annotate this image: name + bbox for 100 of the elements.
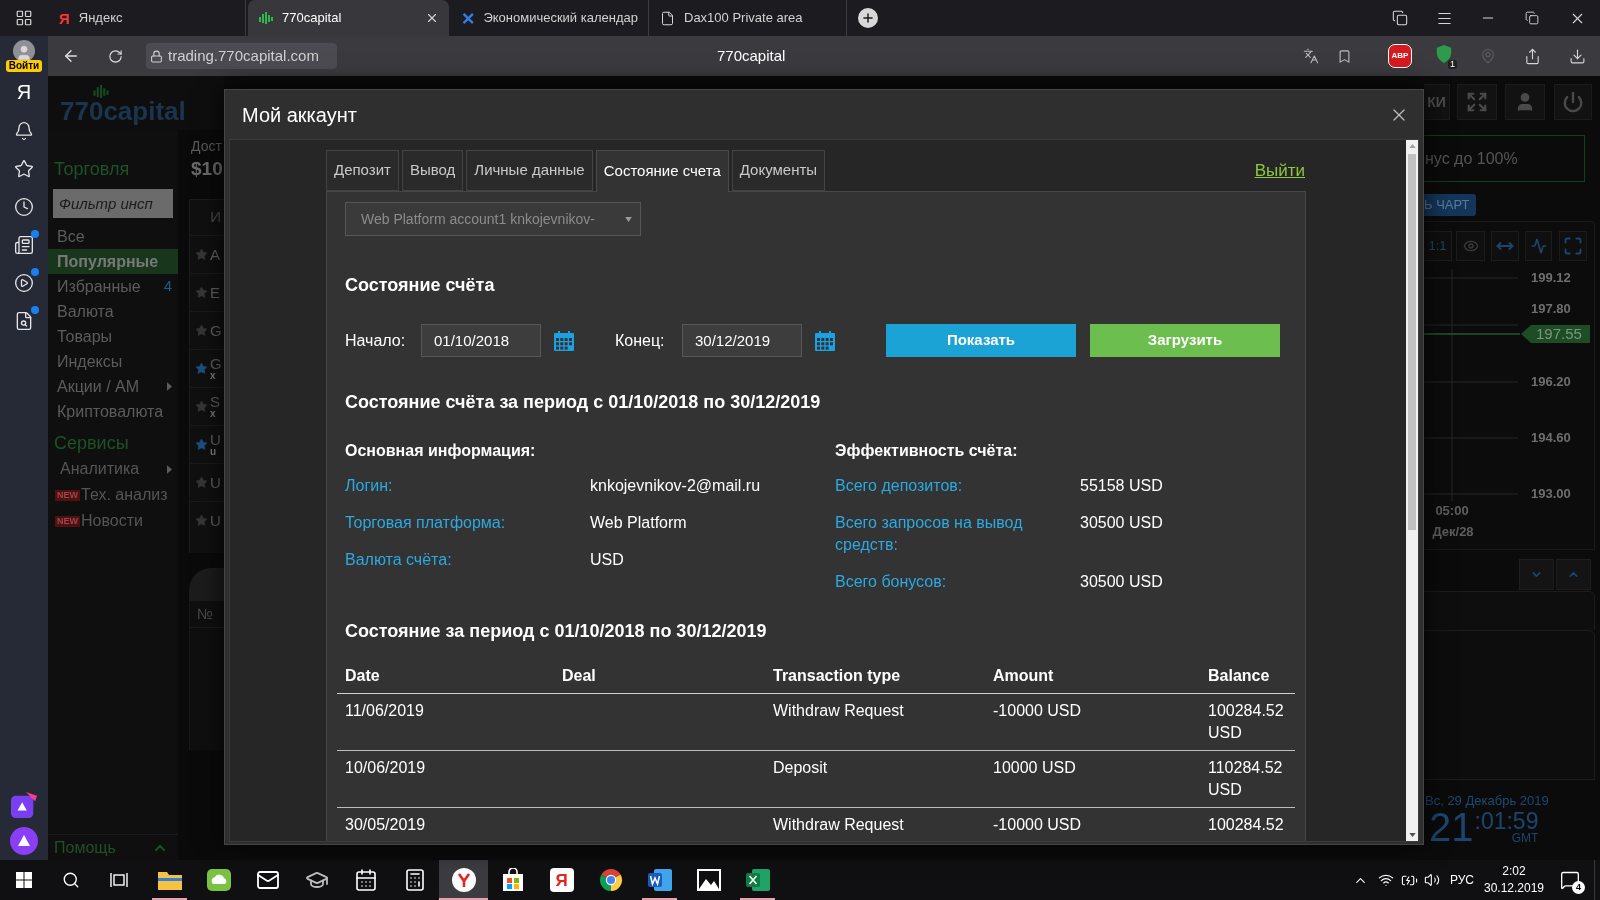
adblock-button[interactable]: ABP (1388, 44, 1412, 68)
dialog-tab[interactable]: Документы (731, 150, 826, 191)
calendar-icon (353, 868, 378, 892)
menu-item[interactable]: Товары (48, 324, 178, 349)
table-cell-text: -10000 USD (992, 701, 1083, 721)
favorite-star-icon[interactable] (195, 248, 208, 261)
info-label: Логин: (345, 476, 394, 496)
taskbar-button[interactable] (439, 860, 488, 900)
close-icon[interactable] (425, 11, 439, 25)
download-icon[interactable] (1568, 47, 1586, 65)
favorite-star-icon[interactable] (195, 324, 208, 337)
clock-timezone: GMT (1511, 832, 1539, 845)
instrument-description: u (210, 447, 218, 457)
reload-icon[interactable] (107, 48, 123, 64)
taskbar-button[interactable]: Я (537, 860, 586, 900)
home-logo-letter[interactable]: Я (16, 82, 32, 102)
menu-item[interactable]: NEW Тех. анализ (48, 482, 178, 508)
cross-logo-icon (462, 10, 475, 26)
back-icon[interactable] (62, 47, 80, 65)
calendar-icon[interactable] (554, 330, 574, 351)
end-date-field[interactable]: 30/12/2019 (682, 324, 802, 357)
menu-item[interactable]: Акции / АМ (48, 374, 178, 399)
section-heading: Состояние счёта (345, 274, 496, 297)
header-button[interactable]: КИ (1424, 84, 1450, 120)
task-view-icon[interactable] (110, 872, 128, 888)
news-icon[interactable] (14, 235, 34, 255)
new-label: NEW (55, 489, 80, 501)
share-icon[interactable] (1523, 47, 1541, 65)
circle-logo-icon (451, 868, 476, 892)
dialog-tab[interactable]: Вывод (401, 150, 464, 191)
menu-item[interactable]: Популярные (48, 249, 178, 274)
bell-icon[interactable] (14, 121, 34, 141)
info-label: Всего депозитов: (835, 476, 964, 496)
scrollbar[interactable] (1406, 140, 1418, 841)
clock-icon[interactable] (14, 197, 34, 217)
clock-button[interactable]: 2:02 30.12.2019 (1482, 863, 1546, 897)
favorite-star-icon[interactable] (195, 438, 208, 451)
menu-item[interactable]: Аналитика (48, 456, 178, 482)
chart-bars-icon (259, 12, 273, 24)
wifi-icon[interactable] (1378, 872, 1394, 888)
shield-extension-button[interactable]: 1 (1433, 44, 1455, 68)
logout-link[interactable]: Выйти (1254, 157, 1305, 184)
table-cell-text: 100284.52 (1207, 815, 1285, 835)
menu-item[interactable]: Избранные 4 (48, 274, 178, 299)
favorite-star-icon[interactable] (195, 362, 208, 375)
menu-item[interactable]: Криптовалюта (48, 399, 178, 424)
apps-grid-icon[interactable] (15, 9, 33, 27)
address-field[interactable]: trading.770capital.com (146, 43, 337, 69)
search-icon[interactable] (62, 871, 80, 889)
scroll-down-icon[interactable] (1408, 833, 1416, 837)
favorite-star-icon[interactable] (195, 514, 208, 527)
dialog-tab[interactable]: Депозит (326, 150, 399, 191)
tray-time: 2:02 (1502, 863, 1526, 880)
favorite-star-icon[interactable] (195, 476, 208, 489)
login-button[interactable]: Войти (5, 60, 43, 72)
scrollbar-thumb[interactable] (1408, 154, 1416, 530)
account-select[interactable]: Web Platform account1 knkojevnikov- (345, 202, 641, 236)
menu-item[interactable]: Валюта (48, 299, 178, 324)
calendar-icon[interactable] (815, 330, 835, 351)
start-icon[interactable] (15, 872, 32, 888)
restore-icon[interactable] (1525, 11, 1539, 25)
assistant-app-icon[interactable] (11, 791, 37, 819)
assistant-icon[interactable] (10, 827, 38, 855)
time-axis-label: 05:00 (1434, 503, 1470, 519)
tricolor-circle-icon (598, 868, 623, 892)
table-cell-text: -10000 USD (992, 815, 1083, 835)
menu-item[interactable]: Индексы (48, 349, 178, 374)
volume-icon[interactable] (1424, 872, 1440, 888)
avatar-icon[interactable] (13, 40, 35, 62)
section-title: Сервисы (53, 432, 130, 454)
download-button[interactable]: Загрузить (1090, 324, 1280, 357)
extension-count: 1 (1448, 60, 1457, 69)
table-cell-text: 100284.52 USD (1207, 701, 1285, 743)
translate-icon[interactable] (1303, 48, 1319, 64)
document-search-icon[interactable] (14, 311, 34, 331)
dialog-tab[interactable]: Состояние счета (595, 150, 729, 192)
new-tab-icon[interactable] (858, 8, 878, 28)
menu-item[interactable]: Все (48, 224, 178, 249)
notifications-button[interactable]: 4 (1559, 869, 1581, 891)
star-icon[interactable] (14, 159, 34, 179)
browser-tab[interactable]: 770capital (248, 0, 449, 36)
menu-item[interactable]: NEW Новости (48, 508, 178, 534)
cloud-app-icon (206, 869, 231, 891)
favorite-star-icon[interactable] (195, 400, 208, 413)
collections-icon[interactable] (1392, 10, 1408, 26)
info-value: USD (590, 550, 625, 570)
favorite-star-icon[interactable] (195, 286, 208, 299)
help-link[interactable]: Помощь (54, 835, 116, 860)
dialog-title: Мой аккаунт (242, 102, 357, 128)
notification-count: 4 (1572, 881, 1585, 894)
info-label: Торговая платформа: (345, 513, 507, 533)
instrument-symbol: U (210, 475, 221, 490)
balance-label: Дост (190, 137, 223, 155)
dialog-tab[interactable]: Личные данные (466, 150, 593, 191)
play-icon[interactable] (14, 273, 34, 293)
start-date-field[interactable]: 01/10/2018 (421, 324, 541, 357)
filter-field[interactable]: Фильтр инсп (53, 189, 173, 218)
language-indicator[interactable]: РУС (1444, 871, 1480, 889)
show-button[interactable]: Показать (886, 324, 1076, 357)
bookmark-icon[interactable] (1336, 48, 1352, 64)
